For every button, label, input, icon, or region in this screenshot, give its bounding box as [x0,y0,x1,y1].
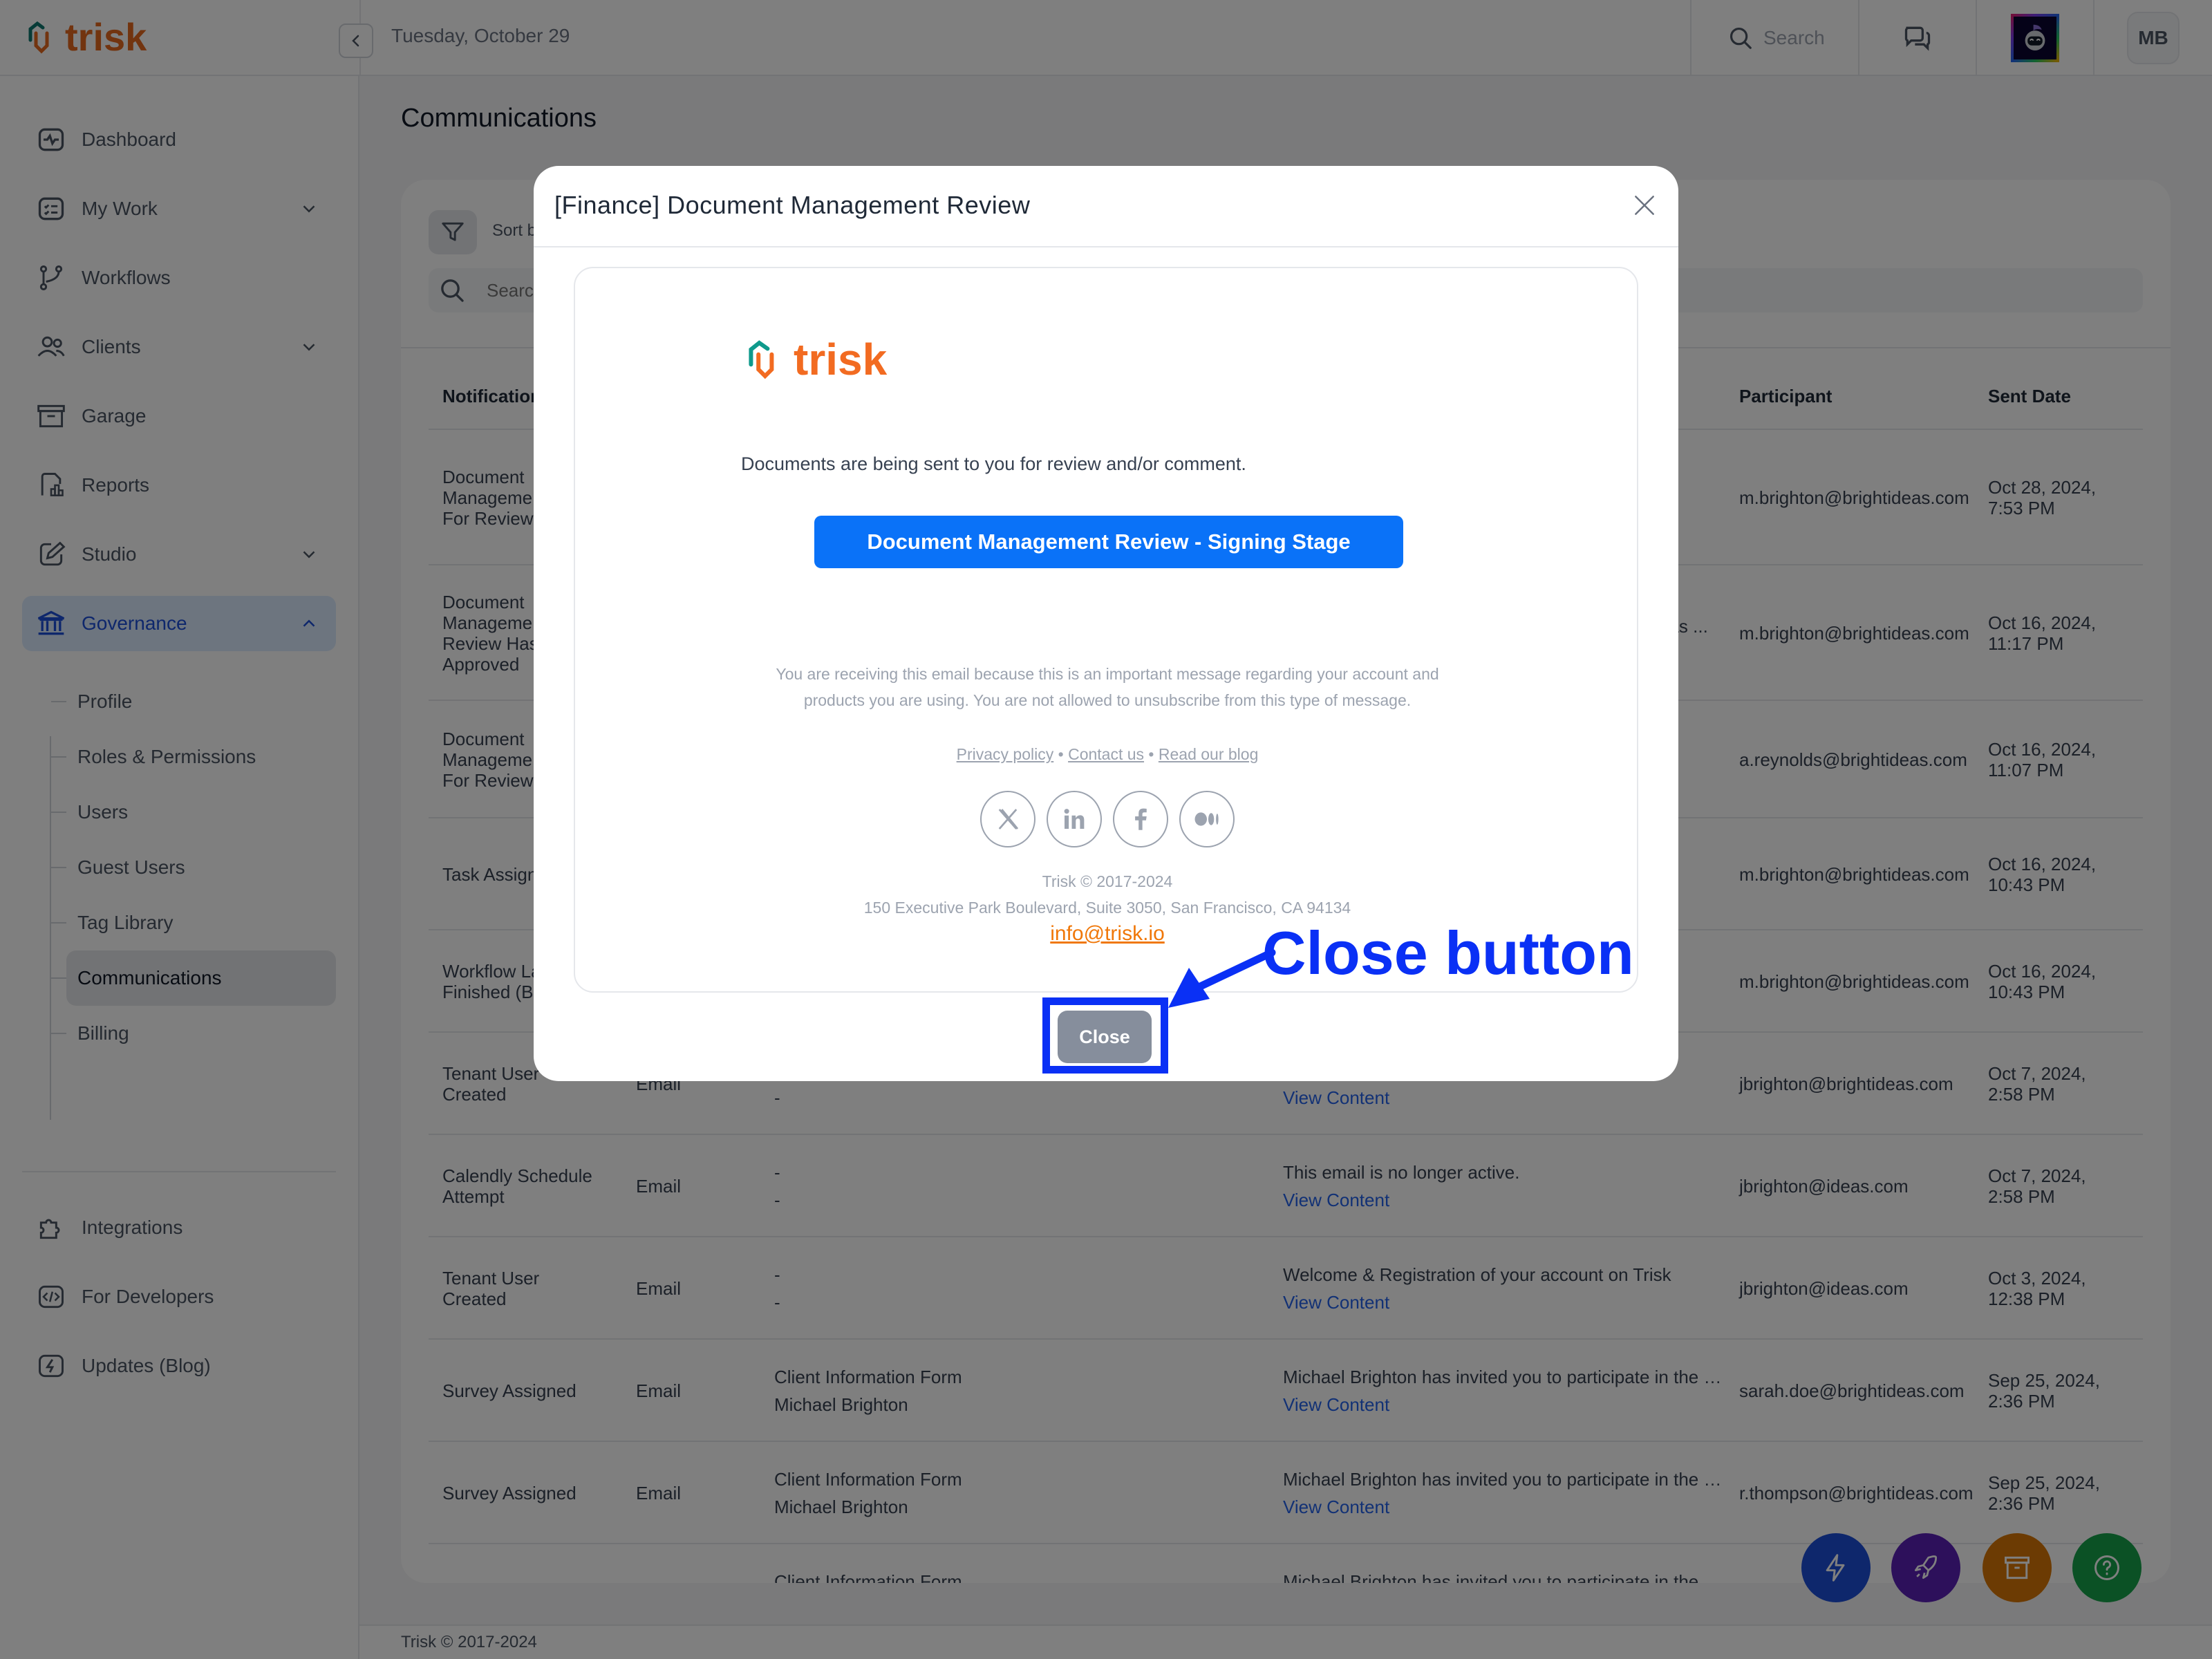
annotation-highlight-box [1042,997,1168,1074]
disclaimer-line: products you are using. You are not allo… [803,691,1412,709]
email-content-frame: trisk Documents are being sent to you fo… [574,267,1638,993]
email-address-line: 150 Executive Park Boulevard, Suite 3050… [863,899,1351,917]
modal-title: [Finance] Document Management Review [554,191,1031,219]
social-links [575,791,1640,847]
email-body-text: Documents are being sent to you for revi… [741,453,1246,474]
linkedin-icon [1064,809,1085,829]
medium-social-link[interactable] [1179,791,1235,847]
x-icon [998,809,1019,830]
read-our-blog-link[interactable]: Read our blog [1159,745,1259,763]
annotation-label: Close button [1262,919,1634,987]
email-brand-logo: trisk [741,335,887,384]
link-separator: • [1058,745,1064,763]
link-separator: • [1148,745,1154,763]
medium-icon [1194,812,1219,826]
privacy-policy-link[interactable]: Privacy policy [957,745,1054,763]
trisk-logo-icon [749,340,774,379]
modal-close-x-button[interactable] [1627,188,1662,223]
annotation-arrow-icon [1168,948,1276,1008]
email-copyright: Trisk © 2017-2024 [1042,872,1173,890]
disclaimer-line: You are receiving this email because thi… [776,665,1439,683]
contact-us-link[interactable]: Contact us [1068,745,1144,763]
facebook-social-link[interactable] [1113,791,1168,847]
email-brand-name: trisk [794,335,888,384]
facebook-icon [1135,808,1147,830]
linkedin-social-link[interactable] [1047,791,1102,847]
close-icon [1635,196,1654,215]
review-signing-stage-button[interactable]: Document Management Review - Signing Sta… [814,516,1403,568]
modal-header: [Finance] Document Management Review [534,166,1678,247]
email-footer-links: Privacy policy • Contact us • Read our b… [575,745,1640,764]
email-disclaimer: You are receiving this email because thi… [575,661,1640,713]
x-social-link[interactable] [980,791,1035,847]
contact-email-link[interactable]: info@trisk.io [1050,922,1165,945]
